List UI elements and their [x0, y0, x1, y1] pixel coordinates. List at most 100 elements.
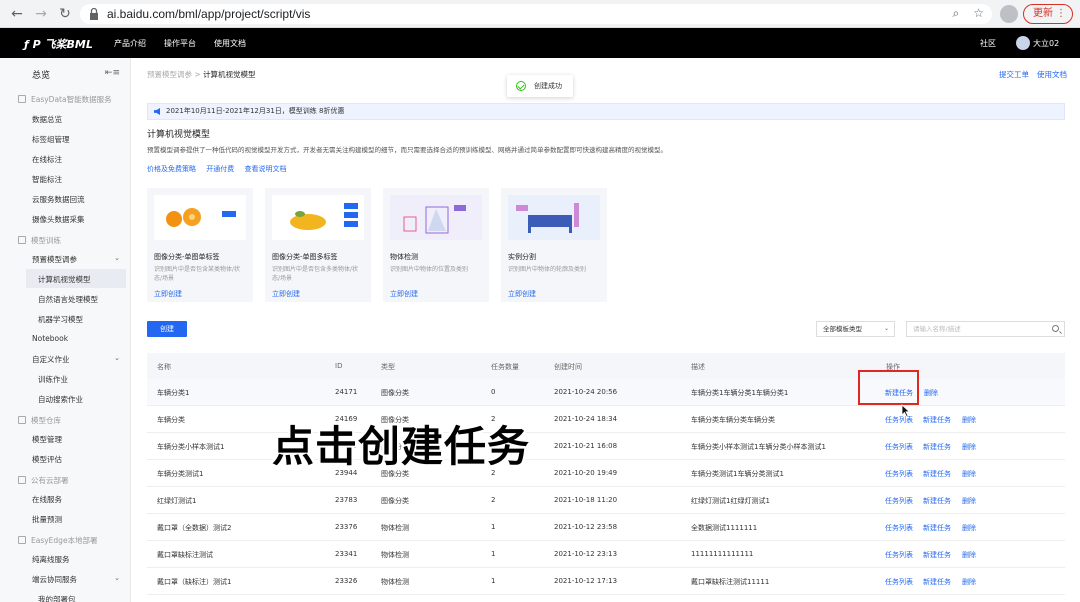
sidebar-item[interactable]: 摄像头数据采集 [32, 214, 85, 225]
cell-count: 1 [491, 577, 496, 585]
community-link[interactable]: 社区 [980, 38, 996, 49]
docs-link[interactable]: 使用文档 [1037, 69, 1067, 80]
search-icon[interactable] [1052, 325, 1059, 332]
sidebar-item[interactable]: 模型评估 [32, 454, 62, 465]
nav-platform[interactable]: 操作平台 [164, 38, 196, 49]
back-icon[interactable]: ← [8, 5, 26, 23]
success-toast: 创建成功 [507, 75, 573, 97]
sidebar-item-autosearch-job[interactable]: 自动搜索作业 [38, 394, 83, 405]
sidebar-item-custom-job[interactable]: 自定义作业 [32, 354, 70, 365]
chevron-down-icon[interactable]: ⌄ [114, 354, 120, 362]
enable-billing-link[interactable]: 开通付费 [206, 165, 234, 173]
card-create-link[interactable]: 立即创建 [154, 289, 182, 299]
create-button[interactable]: 创建 [147, 321, 187, 337]
card-create-link[interactable]: 立即创建 [508, 289, 536, 299]
table-row: 戴口罩（缺标注）测试1 23326 物体检测 1 2021-10-12 17:1… [147, 568, 1065, 595]
sidebar-item[interactable]: 智能标注 [32, 174, 62, 185]
delete-link[interactable]: 删除 [962, 469, 976, 479]
task-list-link[interactable]: 任务列表 [885, 523, 913, 533]
sidebar-item-preset-tuning[interactable]: 预置模型调参 [32, 254, 77, 265]
new-task-link[interactable]: 新建任务 [923, 469, 951, 479]
update-button[interactable]: 更新 ⋮ [1023, 4, 1073, 24]
logo-mark: ƒ P [24, 38, 41, 51]
sidebar-item[interactable]: 模型管理 [32, 434, 62, 445]
menu-dots-icon[interactable]: ⋮ [1056, 5, 1066, 23]
main-content: 预置模型调参 > 计算机视觉模型 提交工单 使用文档 创建成功 2021年10月… [131, 58, 1080, 602]
sidebar-item-training-job[interactable]: 训练作业 [38, 374, 68, 385]
new-task-link[interactable]: 新建任务 [923, 415, 951, 425]
delete-link[interactable]: 删除 [962, 496, 976, 506]
top-header: ƒ P 飞桨BML 产品介绍 操作平台 使用文档 社区 大立02 [0, 28, 1080, 58]
breadcrumb-parent[interactable]: 预置模型调参 [147, 70, 192, 79]
sidebar-item[interactable]: 纯离线服务 [32, 554, 70, 565]
template-card-object-detection[interactable]: 物体检测 识别图片中物体的位置及类别 立即创建 [383, 188, 489, 302]
avatar[interactable] [1016, 36, 1030, 50]
sidebar-item[interactable]: 端云协同服务 [32, 574, 77, 585]
sidebar-item[interactable]: 云服务数据回流 [32, 194, 85, 205]
template-card-single-label[interactable]: 图像分类-单图单标签 识别图片中是否包含某类物体/状态/场景 立即创建 [147, 188, 253, 302]
highlight-box-new-task [858, 370, 919, 405]
sidebar-item-notebook[interactable]: Notebook [32, 334, 68, 343]
delete-link[interactable]: 删除 [962, 415, 976, 425]
url-text: ai.baidu.com/bml/app/project/script/vis [107, 7, 311, 21]
zoom-icon[interactable]: ⌕ [953, 6, 960, 20]
task-list-link[interactable]: 任务列表 [885, 577, 913, 587]
column-header: 创建时间 [554, 363, 582, 371]
template-type-select[interactable]: 全部模板类型 ⌄ [816, 321, 895, 337]
delete-link[interactable]: 删除 [962, 550, 976, 560]
new-task-link[interactable]: 新建任务 [923, 523, 951, 533]
submit-ticket-link[interactable]: 提交工单 [999, 69, 1029, 80]
sidebar-item[interactable]: 我的部署包 [38, 594, 76, 602]
delete-link[interactable]: 删除 [924, 388, 938, 398]
forward-icon[interactable]: → [32, 5, 50, 23]
template-card-instance-segmentation[interactable]: 实例分割 识别图片中物体的轮廓及类别 立即创建 [501, 188, 607, 302]
card-description: 识别图片中物体的位置及类别 [390, 266, 469, 273]
chevron-down-icon[interactable]: ⌄ [114, 254, 120, 262]
task-list-link[interactable]: 任务列表 [885, 550, 913, 560]
template-card-multi-label[interactable]: 图像分类-单图多标签 识别图片中是否包含多类物体/状态/场景 立即创建 [265, 188, 371, 302]
task-list-link[interactable]: 任务列表 [885, 469, 913, 479]
nav-docs[interactable]: 使用文档 [214, 38, 246, 49]
task-list-link[interactable]: 任务列表 [885, 496, 913, 506]
new-task-link[interactable]: 新建任务 [923, 550, 951, 560]
select-value: 全部模板类型 [823, 325, 862, 333]
search-input[interactable]: 请输入名称/描述 [906, 321, 1065, 337]
bookmark-star-icon[interactable]: ☆ [973, 6, 984, 20]
sidebar-title[interactable]: 总览 [32, 68, 50, 81]
new-task-link[interactable]: 新建任务 [923, 442, 951, 452]
logo[interactable]: ƒ P 飞桨BML [24, 36, 93, 52]
sidebar-item[interactable]: 在线标注 [32, 154, 62, 165]
sidebar-item-ml-model[interactable]: 机器学习模型 [38, 314, 83, 325]
sidebar-item[interactable]: 标签组管理 [32, 134, 70, 145]
profile-icon[interactable] [1000, 5, 1018, 23]
delete-link[interactable]: 删除 [962, 577, 976, 587]
info-links: 价格及免费策略 开通付费 查看说明文档 [147, 164, 294, 174]
sidebar-section-training: 模型训练 [18, 235, 61, 246]
card-create-link[interactable]: 立即创建 [390, 289, 418, 299]
new-task-link[interactable]: 新建任务 [923, 496, 951, 506]
card-title: 图像分类-单图单标签 [154, 253, 220, 261]
card-create-link[interactable]: 立即创建 [272, 289, 300, 299]
sidebar-item[interactable]: 在线服务 [32, 494, 62, 505]
sidebar-item-nlp-model[interactable]: 自然语言处理模型 [38, 294, 98, 305]
card-illustration-oranges [154, 195, 246, 240]
task-list-link[interactable]: 任务列表 [885, 442, 913, 452]
update-label: 更新 [1033, 8, 1053, 19]
sidebar-item[interactable]: 批量预测 [32, 514, 62, 525]
new-task-link[interactable]: 新建任务 [923, 577, 951, 587]
breadcrumb-separator: > [192, 70, 204, 79]
cell-time: 2021-10-18 11:20 [554, 496, 618, 504]
user-name[interactable]: 大立02 [1033, 38, 1059, 49]
reload-icon[interactable]: ↻ [56, 5, 74, 23]
collapse-sidebar-icon[interactable]: ⇤≡ [105, 68, 120, 78]
chevron-down-icon[interactable]: ⌄ [114, 574, 120, 582]
delete-link[interactable]: 删除 [962, 442, 976, 452]
sidebar-item[interactable]: 数据总览 [32, 114, 62, 125]
pricing-link[interactable]: 价格及免费策略 [147, 165, 196, 173]
sidebar: 总览 ⇤≡ EasyData智能数据服务 数据总览 标签组管理 在线标注 智能标… [0, 58, 131, 602]
nav-product-intro[interactable]: 产品介绍 [114, 38, 146, 49]
view-docs-link[interactable]: 查看说明文档 [244, 165, 286, 173]
address-bar[interactable]: ai.baidu.com/bml/app/project/script/vis … [80, 4, 992, 24]
delete-link[interactable]: 删除 [962, 523, 976, 533]
sidebar-item-cv-model[interactable]: 计算机视觉模型 [38, 274, 91, 285]
